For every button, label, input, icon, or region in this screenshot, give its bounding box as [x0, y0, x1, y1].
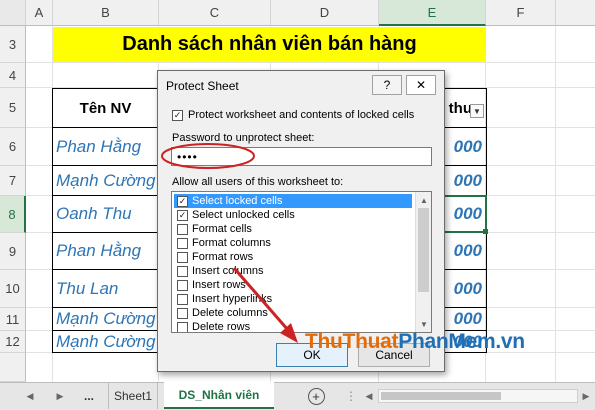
plus-icon: +: [307, 387, 325, 405]
tab-ds-nhan-vien[interactable]: DS_Nhân viên: [164, 382, 274, 409]
scroll-tabs-right-icon[interactable]: ▶: [50, 383, 70, 409]
annotation-arrow-shaft: [232, 267, 290, 331]
tab-splitter[interactable]: ⋮: [345, 383, 357, 409]
watermark-logo: ThuThuatPhanMem.vn: [305, 330, 525, 353]
sheet-tab-bar: ◀ ▶ ... Sheet1 DS_Nhân viên + ⋮ ◀ ▶: [0, 382, 595, 410]
horizontal-scrollbar[interactable]: [378, 389, 578, 403]
password-highlight-ellipse: [161, 143, 255, 169]
horizontal-scroll-thumb[interactable]: [381, 392, 501, 400]
add-sheet-button[interactable]: +: [306, 383, 326, 409]
tab-sheet1[interactable]: Sheet1: [108, 383, 158, 409]
hscroll-right-icon[interactable]: ▶: [579, 383, 593, 409]
more-tabs-button[interactable]: ...: [78, 383, 100, 409]
scroll-tabs-left-icon[interactable]: ◀: [20, 383, 40, 409]
hscroll-left-icon[interactable]: ◀: [362, 383, 376, 409]
